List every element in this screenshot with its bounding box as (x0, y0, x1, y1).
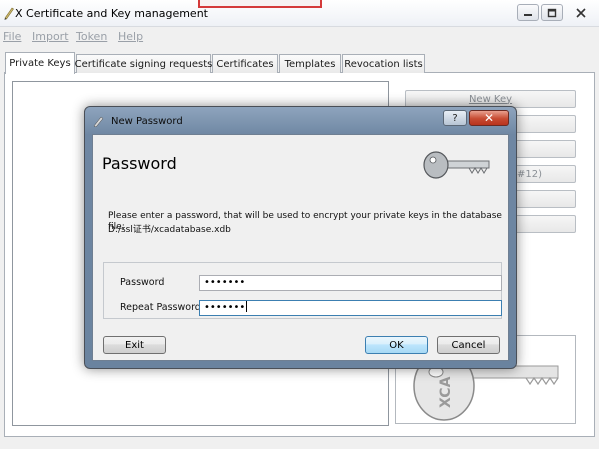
maximize-button[interactable] (541, 4, 563, 21)
minimize-button[interactable] (517, 4, 539, 21)
text-caret (246, 301, 248, 312)
tab-templates[interactable]: Templates (279, 54, 341, 73)
dialog-title: New Password (111, 116, 183, 127)
side-button-4-text-fragment: #12) (517, 169, 543, 180)
dialog-help-button[interactable]: ? (443, 110, 467, 126)
exit-button[interactable]: Exit (103, 336, 166, 354)
window-title: X Certificate and Key management (15, 7, 208, 20)
menu-bar: File Import Token Help (0, 28, 599, 46)
repeat-password-input[interactable]: ••••••• (199, 300, 502, 316)
database-file-path: D:/ssl证书/xcadatabase.xdb (108, 225, 231, 235)
repeat-password-label: Repeat Password (120, 302, 201, 313)
title-overlay-artifact (198, 0, 322, 8)
help-icon: ? (452, 112, 458, 124)
close-icon (576, 7, 586, 18)
dialog-heading: Password (102, 154, 177, 173)
maximize-icon (547, 8, 557, 17)
cancel-button[interactable]: Cancel (437, 336, 500, 354)
tab-certificates[interactable]: Certificates (212, 54, 278, 73)
new-password-dialog: New Password ? ✕ Password Please enter a… (84, 106, 517, 369)
main-title-bar: X Certificate and Key management (0, 0, 599, 27)
menu-token[interactable]: Token (76, 30, 107, 43)
menu-file[interactable]: File (3, 30, 21, 43)
password-fields-group: Password ••••••• Repeat Password ••••••• (103, 262, 502, 319)
tab-revocation-lists[interactable]: Revocation lists (342, 54, 425, 73)
password-label: Password (120, 277, 165, 288)
dialog-close-button[interactable]: ✕ (469, 110, 509, 126)
password-input[interactable]: ••••••• (199, 275, 502, 291)
tab-private-keys[interactable]: Private Keys (5, 52, 75, 74)
minimize-icon (524, 13, 532, 16)
close-icon: ✕ (483, 111, 495, 125)
dialog-header: Password (93, 135, 508, 197)
ok-button[interactable]: OK (365, 336, 428, 354)
tab-certificate-signing-requests[interactable]: Certificate signing requests (75, 54, 212, 73)
menu-import[interactable]: Import (32, 30, 69, 43)
dialog-title-bar: New Password ? ✕ (85, 107, 516, 134)
password-value: ••••••• (204, 277, 246, 288)
new-key-label: New Key (468, 93, 513, 105)
close-window-button[interactable] (567, 4, 595, 21)
svg-text:XCA: XCA (438, 376, 454, 408)
app-pen-icon (4, 7, 14, 20)
menu-help[interactable]: Help (118, 30, 143, 43)
dialog-pen-icon (93, 116, 104, 127)
dialog-body: Password Please enter a password, that w… (92, 134, 509, 361)
key-icon (423, 151, 490, 179)
repeat-password-value: ••••••• (204, 302, 246, 313)
